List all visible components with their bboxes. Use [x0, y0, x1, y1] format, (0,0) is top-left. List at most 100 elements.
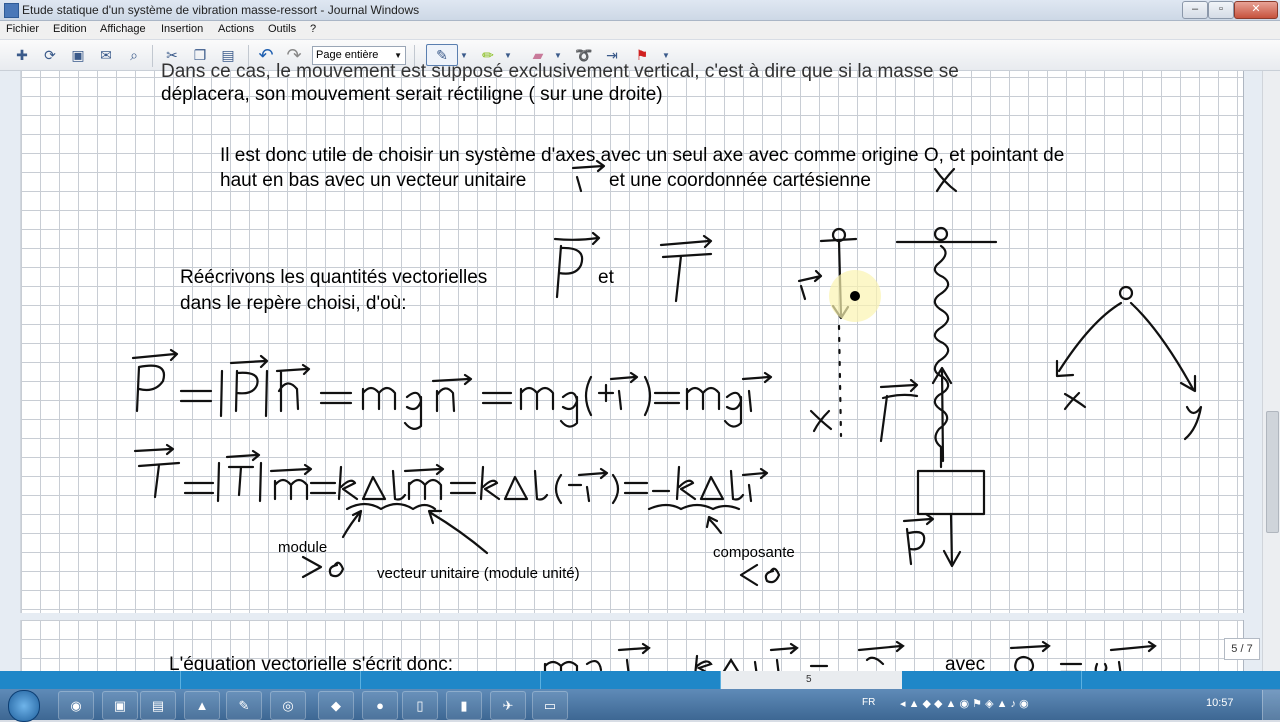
open-icon[interactable]: ⟳: [40, 45, 60, 65]
paint-icon[interactable]: ✎: [226, 691, 262, 720]
start-button[interactable]: [8, 690, 40, 722]
hw-eq-T-equals1: [183, 481, 215, 495]
hw-eq-P-vec: [131, 348, 179, 413]
page-counter: 5 / 7: [1224, 638, 1260, 660]
title-bar: Etude statique d'un système de vibration…: [0, 0, 1280, 21]
menu-fichier[interactable]: Fichier: [6, 23, 39, 35]
menu-bar: Fichier Edition Affichage Insertion Acti…: [0, 21, 1280, 39]
hw-next-eq-2: [694, 640, 905, 671]
vertical-scrollbar[interactable]: [1262, 71, 1280, 671]
hw-eq-T-kdl-m: [337, 463, 445, 501]
tray-icons[interactable]: ◂ ▲ ◆ ◆ ▲ ◉ ⚑ ◈ ▲ ♪ ◉: [900, 697, 1029, 710]
hw-eq-P-mgi: [685, 371, 773, 428]
minimize-button[interactable]: –: [1182, 1, 1208, 19]
window-title: Etude statique d'un système de vibration…: [22, 3, 420, 17]
hw-ineq-negative: [739, 563, 781, 587]
hw-P-label: [902, 512, 935, 566]
hw-x: [933, 167, 958, 193]
cursor-dot: [850, 291, 860, 301]
find-icon[interactable]: ⌕: [124, 45, 144, 65]
hw-next-eq-1: [543, 642, 651, 671]
journal-page-next[interactable]: L'équation vectorielle s'écrit donc: ave…: [20, 620, 1244, 671]
language-indicator[interactable]: FR: [862, 697, 875, 708]
explorer-window-icon[interactable]: ▣: [102, 691, 138, 720]
menu-edition[interactable]: Edition: [53, 23, 87, 35]
app-icon-1[interactable]: ◆: [318, 691, 354, 720]
hw-eq-T-abs: [216, 449, 263, 503]
hw-eq-T-equals4: [623, 481, 649, 495]
hw-axis-x-arrow: [1055, 301, 1123, 378]
hw-origin-O3: [1118, 285, 1134, 301]
hw-vector-T: [659, 234, 713, 303]
hw-eq-P-equals1: [179, 389, 213, 403]
app-icon-4[interactable]: ✈: [490, 691, 526, 720]
hw-arrow-module: [341, 509, 363, 539]
new-note-icon[interactable]: ✚: [12, 45, 32, 65]
hw-origin-O2: [933, 226, 949, 242]
hw-vector-P: [553, 231, 601, 299]
firefox-icon[interactable]: ◉: [58, 691, 94, 720]
menu-insertion[interactable]: Insertion: [161, 23, 203, 35]
menu-actions[interactable]: Actions: [218, 23, 254, 35]
page-segment-2[interactable]: [181, 671, 361, 689]
hw-T-label: [879, 378, 919, 443]
hw-eq-P-n: [275, 363, 311, 413]
hw-eq-P-n2: [431, 373, 473, 413]
maximize-button[interactable]: ▫: [1208, 1, 1234, 19]
hw-x-small: [809, 409, 833, 433]
vlc-icon[interactable]: ▲: [184, 691, 220, 720]
hw-eq-T-equals2: [309, 481, 337, 495]
hw-mass-block: [916, 469, 986, 516]
handwriting-layer: [131, 159, 1203, 587]
hw-eq-T-kdl-neg-i: [479, 465, 620, 505]
chrome-icon[interactable]: ◎: [270, 691, 306, 720]
hw-next-cond: [1009, 640, 1157, 671]
hw-eq-T-final: [651, 465, 769, 503]
hw-ineq-positive: [301, 555, 345, 579]
hw-i-small: [797, 269, 823, 301]
hw-eq-P-equals3: [481, 391, 513, 405]
hw-eq-P-equals2: [319, 391, 353, 405]
hw-axis-x-label: [1063, 391, 1087, 411]
folder-icon[interactable]: ▤: [140, 691, 176, 720]
menu-help[interactable]: ?: [310, 23, 316, 35]
page-segment-1[interactable]: [0, 671, 181, 689]
clock: 10:57: [1206, 697, 1234, 709]
journal-taskbar-icon[interactable]: ▮: [446, 691, 482, 720]
hw-brace-kdl: [345, 502, 437, 511]
hw-axis-y-label: [1183, 405, 1203, 441]
menu-affichage[interactable]: Affichage: [100, 23, 146, 35]
scrollbar-thumb[interactable]: [1266, 411, 1279, 533]
save-icon[interactable]: ▣: [68, 45, 88, 65]
handwriting-layer-next: [543, 640, 1157, 671]
journal-app-icon: [4, 3, 19, 18]
hw-vector-i: [571, 159, 606, 193]
page-number: 5: [806, 674, 812, 685]
email-icon[interactable]: ✉: [96, 45, 116, 65]
hw-P-arrow: [942, 512, 962, 568]
hw-eq-P-equals4: [653, 391, 681, 405]
hw-brace-composante: [647, 503, 741, 511]
hw-eq-P-abs: [219, 354, 269, 418]
hw-arrow-composante: [705, 515, 723, 535]
hw-spring: [933, 244, 950, 469]
app-icon-5[interactable]: ▭: [532, 691, 568, 720]
app-icon-2[interactable]: ●: [362, 691, 398, 720]
hw-eq-T-vec: [133, 443, 181, 499]
hw-arrow-vecteur: [427, 509, 489, 555]
show-desktop-button[interactable]: [1262, 690, 1280, 720]
menu-outils[interactable]: Outils: [268, 23, 296, 35]
hw-dotted-axis: [837, 324, 843, 438]
hw-eq-T-m: [269, 463, 313, 501]
hw-eq-P-mg-i: [519, 371, 652, 428]
page-segment-7[interactable]: [1082, 671, 1280, 689]
app-icon-3[interactable]: ▯: [402, 691, 438, 720]
hw-eq-T-equals3: [449, 481, 477, 495]
journal-page[interactable]: Dans ce cas, le mouvement est supposé ex…: [20, 61, 1244, 613]
close-button[interactable]: ✕: [1234, 1, 1278, 19]
page-segment-6[interactable]: [902, 671, 1082, 689]
hw-eq-P-mg1: [361, 386, 423, 430]
page-segment-3[interactable]: [361, 671, 541, 689]
hw-axis-y-arrow: [1129, 301, 1197, 393]
page-segment-4[interactable]: [541, 671, 721, 689]
